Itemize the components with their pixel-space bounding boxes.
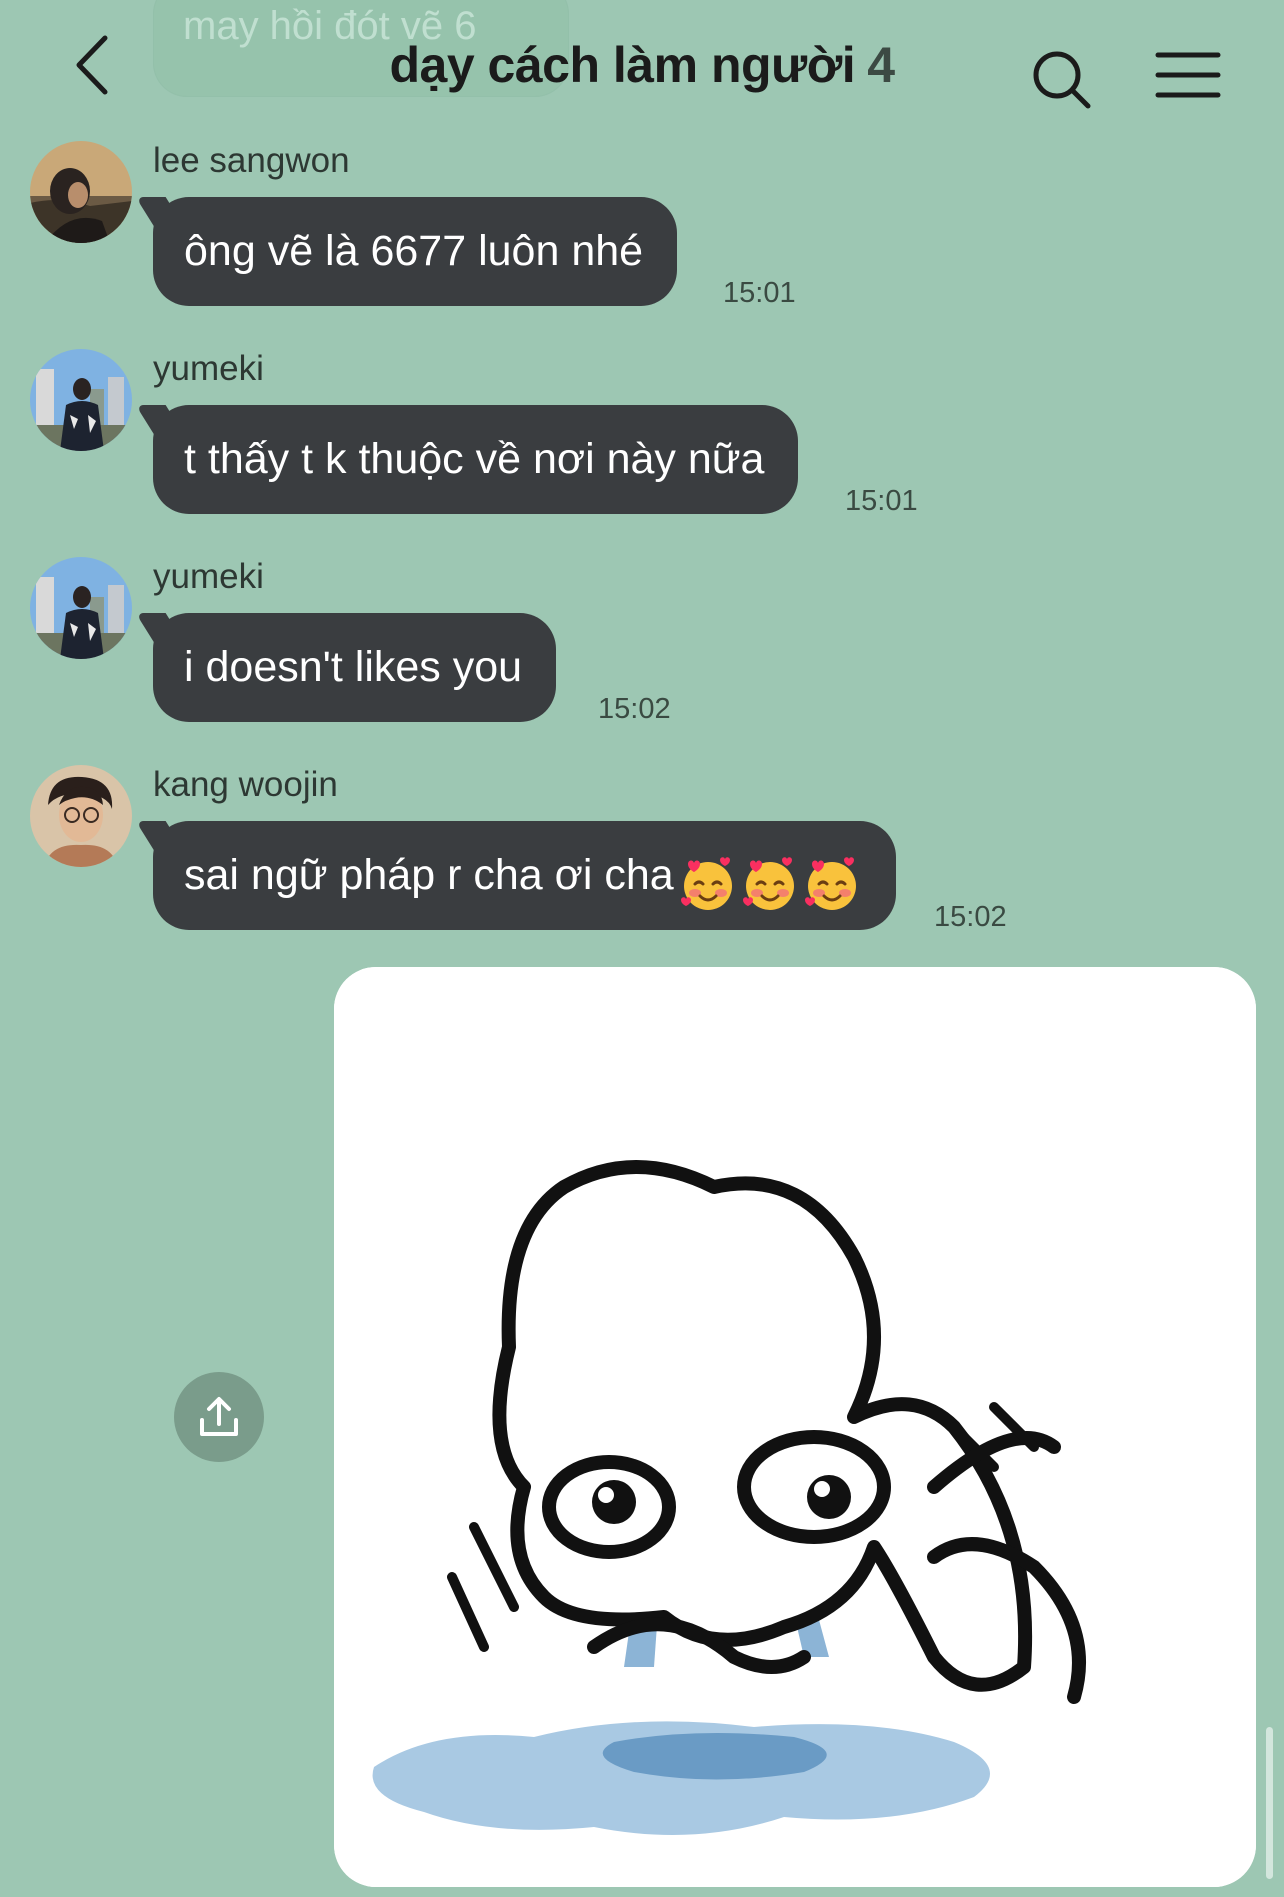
message-bubble[interactable]: i doesn't likes you (153, 613, 557, 722)
avatar[interactable] (30, 141, 132, 243)
sticker-message[interactable] (334, 967, 1256, 1887)
avatar[interactable] (30, 557, 132, 659)
avatar-image (30, 349, 132, 451)
sender-name: yumeki (153, 557, 264, 596)
message-text: ông vẽ là 6677 luôn nhé (184, 227, 644, 275)
sender-name: yumeki (153, 349, 264, 388)
avatar[interactable] (30, 349, 132, 451)
message-time: 15:01 (723, 277, 796, 309)
message-text: t thấy t k thuộc về nơi này nữa (184, 435, 765, 483)
chat-header: dạy cách làm người 4 (0, 0, 1284, 135)
search-button[interactable] (1030, 48, 1094, 112)
message-bubble[interactable]: ông vẽ là 6677 luôn nhé (153, 197, 678, 306)
avatar[interactable] (30, 765, 132, 867)
scroll-indicator[interactable] (1266, 1727, 1273, 1879)
member-count: 4 (867, 37, 895, 93)
message-time: 15:01 (845, 485, 918, 517)
sender-name: lee sangwon (153, 141, 350, 180)
share-upload-icon (200, 1397, 238, 1436)
crying-meme-sticker (334, 967, 1256, 1887)
menu-button[interactable] (1155, 50, 1221, 100)
share-button[interactable] (174, 1372, 264, 1462)
avatar-image (30, 557, 132, 659)
search-icon (1033, 51, 1091, 109)
avatar-image (30, 141, 132, 243)
message-bubble[interactable]: sai ngữ pháp r cha ơi cha (153, 821, 896, 930)
avatar-image (30, 765, 132, 867)
smiling-face-with-hearts-icon (742, 844, 798, 910)
sender-name: kang woojin (153, 765, 338, 804)
hamburger-menu-icon (1155, 52, 1221, 98)
chat-screen: may hồi đót vẽ 6 dạy cách làm người 4 le… (0, 0, 1284, 1897)
message-time: 15:02 (598, 693, 671, 725)
message-bubble[interactable]: t thấy t k thuộc về nơi này nữa (153, 405, 799, 514)
message-time: 15:02 (934, 901, 1007, 933)
message-text: sai ngữ pháp r cha ơi cha (184, 851, 674, 899)
group-name: dạy cách làm người (389, 37, 856, 93)
smiling-face-with-hearts-icon (804, 844, 860, 910)
message-text: i doesn't likes you (184, 643, 523, 691)
smiling-face-with-hearts-icon (680, 844, 736, 910)
